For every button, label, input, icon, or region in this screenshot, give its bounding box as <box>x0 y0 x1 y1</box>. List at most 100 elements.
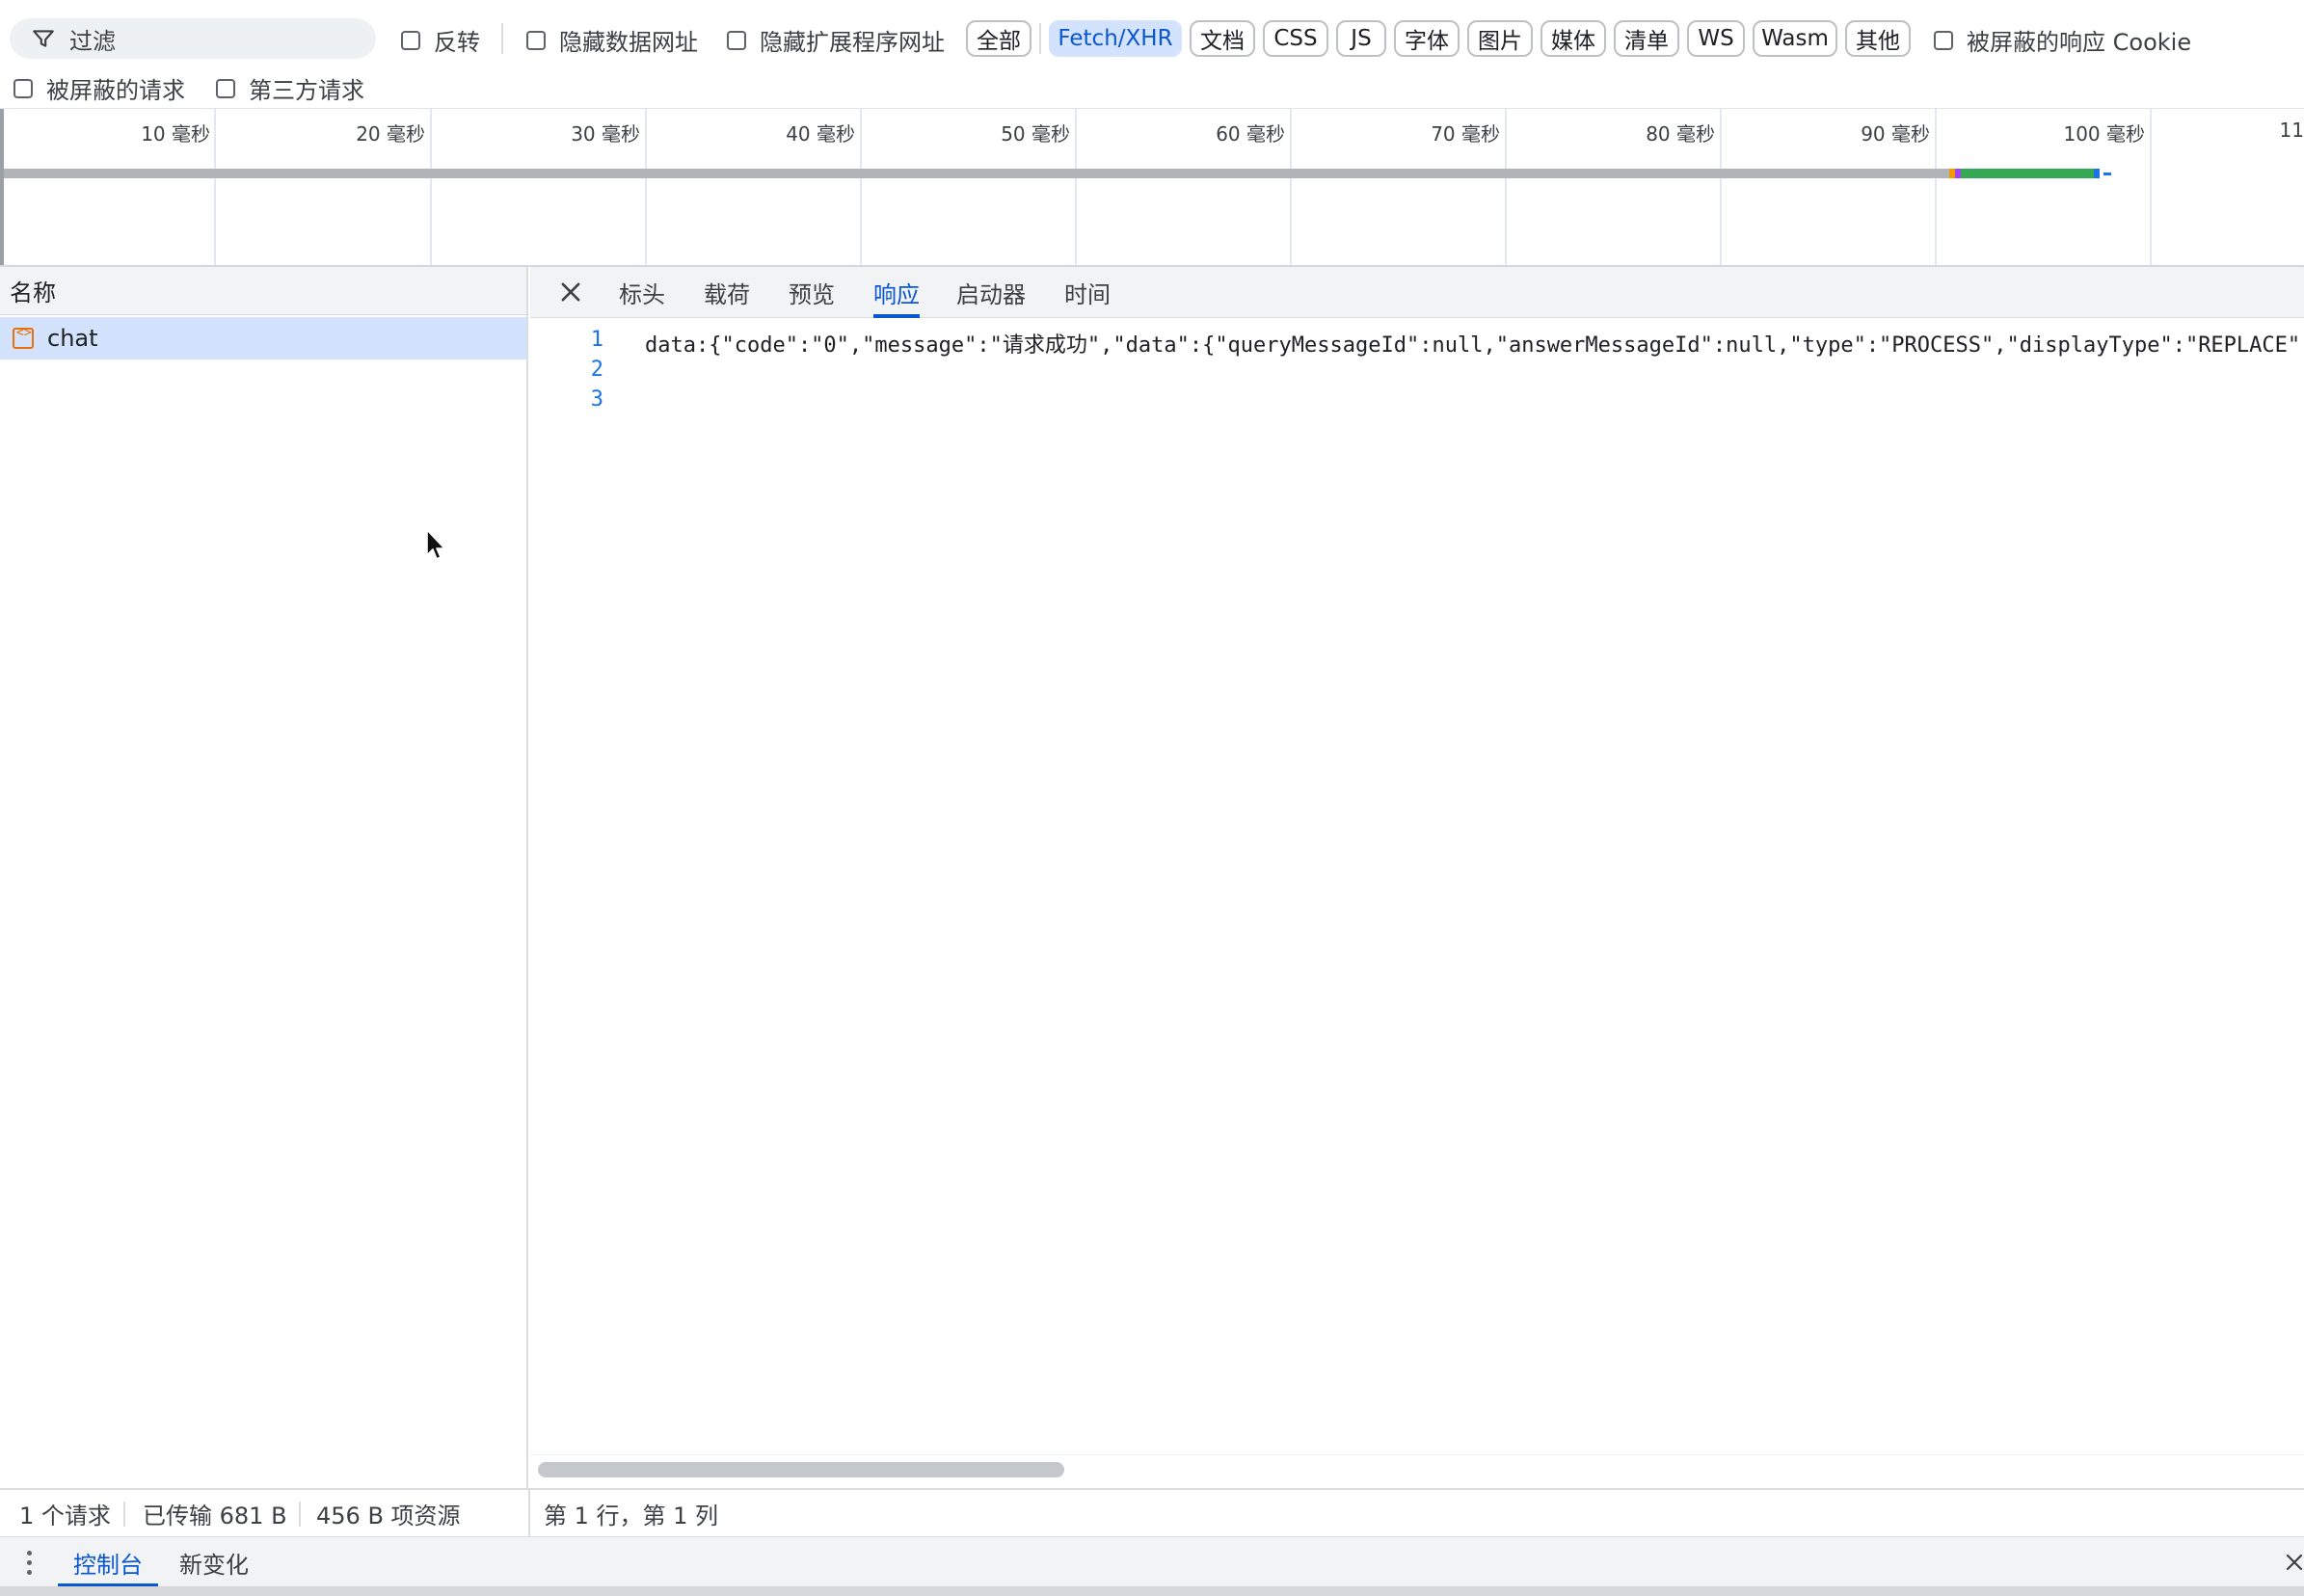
chip-label: 其他 <box>1856 29 1900 54</box>
third-party-label: 第三方请求 <box>249 77 364 104</box>
cursor-position: 第 1 行，第 1 列 <box>544 1502 719 1530</box>
filter-chip-manifest[interactable]: 清单 <box>1614 20 1679 57</box>
divider <box>1039 23 1041 54</box>
timeline-tick-label: 80 毫秒 <box>1646 122 1715 146</box>
timeline-waiting-bar <box>4 169 1951 178</box>
request-list-panel: 名称 <> chat <box>0 267 528 1488</box>
timeline-tick-label: 50 毫秒 <box>1001 122 1070 146</box>
response-body-line[interactable]: data:{"code":"0","message":"请求成功","data"… <box>645 328 2304 359</box>
more-options-icon[interactable] <box>27 1551 33 1576</box>
xhr-request-icon: <> <box>13 326 34 349</box>
timeline-tick-label: 90 毫秒 <box>1861 122 1930 146</box>
timeline-download-bar <box>1961 169 2096 178</box>
filter-chip-img[interactable]: 图片 <box>1467 20 1533 57</box>
timeline-start-marker <box>0 109 4 265</box>
checkbox-box[interactable] <box>727 30 746 50</box>
detail-tabbar: 标头 载荷 预览 响应 启动器 时间 <box>530 267 2304 318</box>
invert-checkbox[interactable]: 反转 <box>401 23 480 57</box>
tab-whats-new[interactable]: 新变化 <box>179 1537 249 1587</box>
timeline-tick-label: 10 毫秒 <box>141 122 210 146</box>
timeline-tick-label: 70 毫秒 <box>1431 122 1500 146</box>
line-number: 1 <box>590 328 603 352</box>
chip-label: Wasm <box>1761 26 1829 51</box>
timeline-tick-label: 40 毫秒 <box>786 122 855 146</box>
checkbox-box[interactable] <box>1934 30 1953 50</box>
name-column-header[interactable]: 名称 <box>0 267 526 315</box>
status-bar: 1 个请求 已传输 681 B 456 B 项资源 第 1 行，第 1 列 <box>0 1488 2304 1536</box>
filter-chip-font[interactable]: 字体 <box>1394 20 1460 57</box>
horizontal-scrollbar-thumb[interactable] <box>538 1462 1064 1477</box>
blocked-cookies-label: 被屏蔽的响应 Cookie <box>1967 29 2192 56</box>
checkbox-box[interactable] <box>526 30 546 50</box>
timeline-gridline <box>214 109 216 265</box>
checkbox-box[interactable] <box>401 30 420 50</box>
timeline-end-marker <box>2094 169 2100 178</box>
timeline-tick-label: 30 毫秒 <box>571 122 640 146</box>
drawer-tabbar: 控制台 新变化 <box>0 1536 2304 1587</box>
blocked-requests-checkbox[interactable]: 被屏蔽的请求 <box>13 71 185 105</box>
chip-label: 字体 <box>1405 29 1449 54</box>
request-row-chat[interactable]: <> chat <box>0 317 526 359</box>
tab-timing[interactable]: 时间 <box>1064 267 1111 317</box>
divider <box>528 1490 530 1536</box>
line-number: 3 <box>590 387 603 412</box>
invert-label: 反转 <box>434 29 480 56</box>
request-count: 1 个请求 <box>19 1502 111 1530</box>
window-bottom-edge <box>0 1586 2304 1596</box>
filter-chip-ws[interactable]: WS <box>1687 20 1745 57</box>
close-icon[interactable] <box>557 279 584 306</box>
timeline-gridline <box>645 109 647 265</box>
timeline-gridline <box>1290 109 1292 265</box>
timeline-gridline <box>1075 109 1077 265</box>
tab-headers[interactable]: 标头 <box>619 267 665 317</box>
divider <box>123 1502 125 1527</box>
divider <box>501 23 503 54</box>
tab-payload[interactable]: 载荷 <box>704 267 750 317</box>
filter-placeholder: 过滤 <box>69 27 116 55</box>
third-party-checkbox[interactable]: 第三方请求 <box>216 71 364 105</box>
tab-preview[interactable]: 预览 <box>789 267 835 317</box>
filter-chip-all[interactable]: 全部 <box>966 20 1031 57</box>
tab-response[interactable]: 响应 <box>873 267 920 318</box>
filter-chip-media[interactable]: 媒体 <box>1540 20 1606 57</box>
filter-chip-doc[interactable]: 文档 <box>1190 20 1255 57</box>
filter-chip-wasm[interactable]: Wasm <box>1753 20 1837 57</box>
tab-console[interactable]: 控制台 <box>58 1537 158 1587</box>
chip-label: 图片 <box>1478 29 1522 54</box>
request-name: chat <box>47 325 98 352</box>
hide-ext-urls-label: 隐藏扩展程序网址 <box>760 29 945 56</box>
filter-chip-js[interactable]: JS <box>1336 20 1386 57</box>
timeline-tick-label: 20 毫秒 <box>356 122 425 146</box>
filter-chip-css[interactable]: CSS <box>1263 20 1328 57</box>
checkbox-box[interactable] <box>216 78 235 98</box>
tab-initiator[interactable]: 启动器 <box>956 267 1026 317</box>
timeline-gridline <box>1935 109 1937 265</box>
chip-label: JS <box>1351 26 1372 51</box>
mouse-cursor-icon <box>426 529 445 560</box>
timeline-tick-label: 100 毫秒 <box>2063 122 2145 146</box>
hide-ext-urls-checkbox[interactable]: 隐藏扩展程序网址 <box>727 23 945 57</box>
timeline-end-tick <box>2103 173 2111 175</box>
blocked-cookies-checkbox[interactable]: 被屏蔽的响应 Cookie <box>1934 23 2191 57</box>
chip-label: 媒体 <box>1551 29 1595 54</box>
funnel-icon <box>33 30 54 47</box>
close-drawer-icon[interactable] <box>2283 1551 2304 1574</box>
timeline-tick-label: 11 <box>2279 119 2304 142</box>
filter-input[interactable]: 过滤 <box>10 18 376 59</box>
line-number: 2 <box>590 358 603 382</box>
filter-bar: 过滤 反转 隐藏数据网址 隐藏扩展程序网址 全部 Fetch/XHR 文档 CS… <box>0 0 2304 109</box>
timeline-gridline <box>2150 109 2152 265</box>
transferred-size: 已传输 681 B <box>143 1502 287 1530</box>
timeline-tick-label: 60 毫秒 <box>1216 122 1285 146</box>
timeline-gridline <box>860 109 862 265</box>
chip-label: 清单 <box>1624 29 1669 54</box>
checkbox-box[interactable] <box>13 78 33 98</box>
chip-label: Fetch/XHR <box>1058 26 1173 51</box>
filter-chip-other[interactable]: 其他 <box>1845 20 1911 57</box>
hide-data-urls-checkbox[interactable]: 隐藏数据网址 <box>526 23 698 57</box>
chip-label: CSS <box>1273 26 1318 51</box>
timeline-gridline <box>430 109 432 265</box>
timeline-overview[interactable]: 10 毫秒 20 毫秒 30 毫秒 40 毫秒 50 毫秒 60 毫秒 70 毫… <box>0 109 2304 267</box>
filter-chip-fetch-xhr[interactable]: Fetch/XHR <box>1049 20 1182 57</box>
timeline-gridline <box>1505 109 1507 265</box>
